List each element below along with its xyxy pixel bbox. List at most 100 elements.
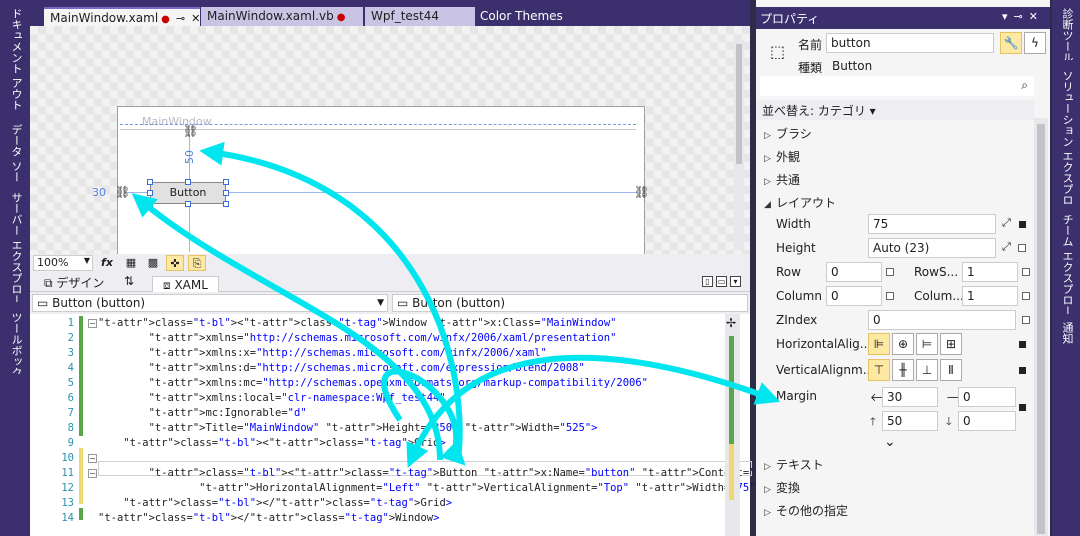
auto-size-icon[interactable]: ⤢: [1002, 216, 1011, 230]
width-input[interactable]: 75: [868, 214, 996, 234]
server-explorer-tab[interactable]: サーバー エクスプローラー: [6, 192, 24, 302]
align-right-icon[interactable]: ⊨: [916, 333, 938, 355]
grid-icon[interactable]: ▦: [122, 255, 140, 271]
code-line[interactable]: 10: [30, 451, 730, 466]
zoom-select[interactable]: 100% ▼: [33, 255, 93, 271]
resize-handle[interactable]: [147, 201, 153, 207]
section-text[interactable]: ▷ テキスト: [764, 456, 824, 473]
section-common[interactable]: ▷ 共通: [764, 171, 800, 188]
document-outline-tab[interactable]: ドキュメント アウトライン: [6, 8, 24, 112]
code-line[interactable]: 2 "t-attr">xmlns="http://schemas.microso…: [30, 331, 730, 346]
code-line[interactable]: 12 "t-attr">HorizontalAlignment="Left" "…: [30, 481, 768, 496]
resize-handle[interactable]: [223, 201, 229, 207]
xaml-editor[interactable]: − − − 1 "t-attr">class="t-bl"><"t-attr">c…: [30, 314, 977, 536]
property-marker-set[interactable]: [1019, 341, 1026, 348]
section-appearance[interactable]: ▷ 外観: [764, 148, 800, 165]
property-marker[interactable]: [1018, 244, 1026, 252]
margin-left-input[interactable]: 30: [882, 387, 938, 407]
tab-wpf-test44[interactable]: Wpf_test44: [365, 7, 475, 26]
wrench-icon[interactable]: 🔧: [1000, 32, 1022, 54]
code-line[interactable]: 8 "t-attr">Title="MainWindow" "t-attr">H…: [30, 421, 730, 436]
tab-color-themes[interactable]: Color Themes: [474, 7, 574, 26]
columnspan-input[interactable]: 1: [962, 286, 1018, 306]
align-bottom-icon[interactable]: ⊥: [916, 359, 938, 381]
resize-handle[interactable]: [223, 190, 229, 196]
property-marker[interactable]: [1022, 316, 1030, 324]
member-dropdown[interactable]: ▭ Button (button): [392, 294, 748, 312]
property-marker[interactable]: [886, 292, 894, 300]
data-sources-tab[interactable]: データ ソース: [6, 124, 24, 182]
element-dropdown[interactable]: ▭ Button (button) ▼: [32, 294, 388, 312]
vertical-split-icon[interactable]: ▯: [702, 276, 713, 287]
sort-dropdown[interactable]: 並べ替え: カテゴリ ▾: [756, 100, 1034, 120]
property-marker-set[interactable]: [1019, 404, 1026, 411]
resize-handle[interactable]: [185, 179, 191, 185]
resize-handle[interactable]: [185, 201, 191, 207]
scroll-thumb[interactable]: [736, 44, 742, 164]
code-line[interactable]: 3 "t-attr">xmlns:x="http://schemas.micro…: [30, 346, 730, 361]
align-left-icon[interactable]: ⊫: [868, 333, 890, 355]
code-line[interactable]: 6 "t-attr">xmlns:local="clr-namespace:Wp…: [30, 391, 730, 406]
editor-scrollbar[interactable]: ✢: [725, 314, 740, 536]
rowspan-input[interactable]: 1: [962, 262, 1018, 282]
left-anchor-link-icon[interactable]: ⛓: [115, 185, 130, 199]
close-icon[interactable]: ✕: [191, 12, 200, 25]
property-marker-set[interactable]: [1019, 367, 1026, 374]
scroll-thumb[interactable]: [1037, 124, 1045, 534]
split-handle-icon[interactable]: ✢: [726, 316, 736, 330]
team-explorer-tab[interactable]: チーム エクスプローラー: [1057, 214, 1075, 314]
code-line[interactable]: 13 "t-attr">class="t-bl"></"t-attr">clas…: [30, 496, 730, 511]
section-miscellaneous[interactable]: ▷ その他の指定: [764, 502, 848, 519]
section-layout[interactable]: ◢ レイアウト: [764, 194, 836, 211]
collapse-pane-icon[interactable]: ▾: [730, 276, 741, 287]
height-input[interactable]: Auto (23): [868, 238, 996, 258]
snap-grid-icon[interactable]: ▩: [144, 255, 162, 271]
property-search-input[interactable]: ⌕: [760, 76, 1034, 96]
align-stretch-icon[interactable]: ⊞: [940, 333, 962, 355]
zindex-input[interactable]: 0: [868, 310, 1016, 330]
designer-scrollbar[interactable]: [734, 40, 744, 250]
column-input[interactable]: 0: [826, 286, 882, 306]
panel-controls[interactable]: ▾⊸✕: [1002, 10, 1044, 23]
auto-size-icon[interactable]: ⤢: [1002, 240, 1011, 254]
align-vstretch-icon[interactable]: Ⅱ: [940, 359, 962, 381]
pin-icon[interactable]: ⊸: [176, 12, 185, 25]
resize-handle[interactable]: [147, 190, 153, 196]
property-marker[interactable]: [1022, 292, 1030, 300]
property-marker-set[interactable]: [1019, 221, 1026, 228]
align-top-icon[interactable]: ⊤: [868, 359, 890, 381]
swap-panes-button[interactable]: ⇅: [124, 274, 134, 288]
right-anchor-link-icon[interactable]: ⛓: [634, 185, 649, 199]
lightning-icon[interactable]: ϟ: [1024, 32, 1046, 54]
name-input[interactable]: button: [826, 33, 994, 53]
solution-explorer-tab[interactable]: ソリューション エクスプローラー: [1057, 70, 1075, 204]
properties-scrollbar[interactable]: [1034, 118, 1048, 536]
resize-handle[interactable]: [147, 179, 153, 185]
section-brush[interactable]: ▷ ブラシ: [764, 125, 812, 142]
margin-right-input[interactable]: 0: [958, 387, 1016, 407]
code-line[interactable]: 14 "t-attr">class="t-bl"></"t-attr">class…: [30, 511, 730, 526]
code-line[interactable]: 7 "t-attr">mc:Ignorable="d": [30, 406, 730, 421]
horizontal-split-icon[interactable]: ▭: [716, 276, 727, 287]
align-middle-icon[interactable]: ╫: [892, 359, 914, 381]
section-transform[interactable]: ▷ 変換: [764, 479, 800, 496]
code-line[interactable]: 4 "t-attr">xmlns:d="http://schemas.micro…: [30, 361, 730, 376]
fx-button[interactable]: fx: [98, 255, 116, 271]
notifications-tab[interactable]: 通知: [1057, 322, 1075, 354]
resize-handle[interactable]: [223, 179, 229, 185]
chevron-down-icon[interactable]: ⌄: [884, 434, 896, 450]
align-center-icon[interactable]: ⊕: [892, 333, 914, 355]
code-line[interactable]: 11 "t-attr">class="t-bl"><"t-attr">class…: [30, 466, 977, 481]
toolbox-tab[interactable]: ツールボックス: [6, 312, 24, 374]
row-input[interactable]: 0: [826, 262, 882, 282]
margin-top-input[interactable]: 50: [882, 411, 938, 431]
tab-mainwindow-xaml-vb[interactable]: MainWindow.xaml.vb ●: [201, 7, 363, 26]
code-line[interactable]: 1 "t-attr">class="t-bl"><"t-attr">class="…: [30, 316, 730, 331]
tab-design[interactable]: ⧉ デザイン: [44, 274, 104, 291]
artboard-icon[interactable]: ✜: [166, 255, 184, 271]
diagnostic-tools-tab[interactable]: 診断ツール: [1057, 8, 1075, 60]
margin-bottom-input[interactable]: 0: [958, 411, 1016, 431]
code-line[interactable]: 5 "t-attr">xmlns:mc="http://schemas.open…: [30, 376, 730, 391]
property-marker[interactable]: [886, 268, 894, 276]
tab-mainwindow-xaml[interactable]: MainWindow.xaml ● ⊸ ✕: [44, 7, 200, 26]
